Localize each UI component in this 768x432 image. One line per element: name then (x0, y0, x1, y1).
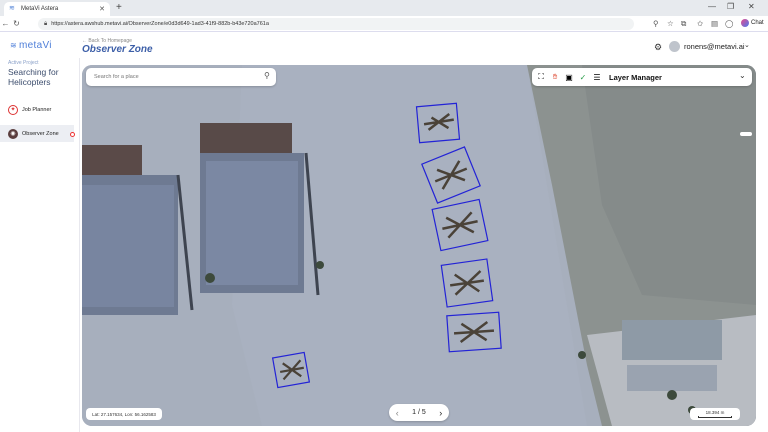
address-bar[interactable]: 🔒︎ https://astera.awshub.metavi.ai/Obser… (38, 18, 634, 30)
page-title: Observer Zone (82, 44, 153, 55)
pager-text: 1 / 5 (412, 409, 426, 416)
chevron-down-icon[interactable]: ⌄ (739, 71, 746, 80)
browser-toolbar: ← ↻ 🔒︎ https://astera.awshub.metavi.ai/O… (0, 16, 768, 32)
place-search (86, 68, 276, 86)
sidebar-item-label: Observer Zone (22, 130, 59, 137)
maximize-icon[interactable]: ❐ (727, 2, 734, 11)
observer-zone-icon: ◉ (8, 128, 18, 139)
layer-manager-bar: ⛶ ✋︎ ▣ ✓ ☰ Layer Manager (532, 68, 752, 86)
layer-manager-title[interactable]: Layer Manager (609, 73, 662, 82)
url-text: https://astera.awshub.metavi.ai/Observer… (51, 21, 269, 27)
zoom-icon[interactable]: ⚲ (653, 19, 659, 28)
metavi-favicon-icon: ≋ (9, 5, 15, 12)
bookmark-star-icon[interactable]: ☆ (667, 19, 674, 28)
image-pager: ‹ 1 / 5 › (389, 404, 449, 421)
sliders-icon[interactable]: ☰ (592, 73, 602, 82)
save-icon[interactable]: ▣ (564, 73, 574, 82)
logo-text: metaVi (19, 40, 52, 51)
reload-icon[interactable]: ↻ (11, 19, 22, 28)
lock-icon: 🔒︎ (44, 20, 48, 27)
panel-toggle-handle[interactable] (740, 132, 752, 136)
next-image-icon[interactable]: › (439, 408, 442, 418)
hand-pan-icon[interactable]: ✋︎ (550, 72, 560, 82)
sidebar-item-job-planner[interactable]: ✦ Job Planner (0, 101, 74, 118)
collections-icon[interactable]: ▤ (711, 19, 718, 28)
avatar[interactable] (669, 41, 680, 52)
job-planner-icon: ✦ (8, 104, 18, 115)
browser-tabbar: ≋ MetaVi Astera ✕ + — ❐ ✕ (0, 0, 768, 16)
project-label: Active Project (8, 60, 39, 66)
sidebar-item-label: Job Planner (22, 106, 52, 113)
map-scale: 18.394 m (690, 408, 740, 420)
minimize-icon[interactable]: — (708, 2, 716, 11)
close-window-icon[interactable]: ✕ (748, 2, 755, 11)
extensions-icon[interactable]: ⧉ (681, 19, 686, 29)
scale-bar (698, 416, 732, 418)
new-tab-icon[interactable]: + (116, 2, 122, 14)
chevron-down-icon[interactable]: ⌄ (744, 41, 750, 49)
previous-image-icon[interactable]: ‹ (396, 408, 399, 418)
satellite-imagery[interactable] (82, 65, 756, 426)
cursor-coordinates: Lat: 27.157634, Lon: 56.162583 (86, 408, 162, 420)
check-circle-icon[interactable]: ✓ (578, 73, 588, 82)
copilot-icon (741, 19, 749, 27)
favorites-icon[interactable]: ✩ (697, 19, 703, 28)
fullscreen-icon[interactable]: ⛶ (536, 72, 546, 82)
chat-button[interactable]: Chat (741, 19, 764, 27)
project-name: Searching for Helicopters (8, 67, 59, 87)
app-logo[interactable]: ≋ metaVi (10, 40, 52, 51)
back-icon[interactable]: ← (0, 19, 11, 28)
sidebar: Active Project Searching for Helicopters… (0, 58, 80, 432)
chat-label: Chat (751, 20, 764, 26)
settings-icon[interactable]: ⚙ (654, 42, 662, 53)
close-tab-icon[interactable]: ✕ (99, 5, 105, 13)
logo-mark-icon: ≋ (10, 41, 18, 50)
map-view[interactable] (82, 65, 756, 426)
scale-label: 18.394 m (705, 410, 725, 415)
sidebar-item-observer-zone[interactable]: ◉ Observer Zone (0, 125, 74, 142)
browser-tab[interactable]: ≋ MetaVi Astera ✕ (4, 2, 110, 16)
search-input[interactable] (92, 73, 252, 81)
notification-dot (70, 132, 75, 137)
tab-title: MetaVi Astera (21, 6, 59, 12)
search-icon[interactable]: ⚲ (264, 71, 270, 80)
profile-icon[interactable]: ◯ (725, 19, 733, 28)
user-email[interactable]: ronens@metavi.ai (684, 42, 745, 51)
